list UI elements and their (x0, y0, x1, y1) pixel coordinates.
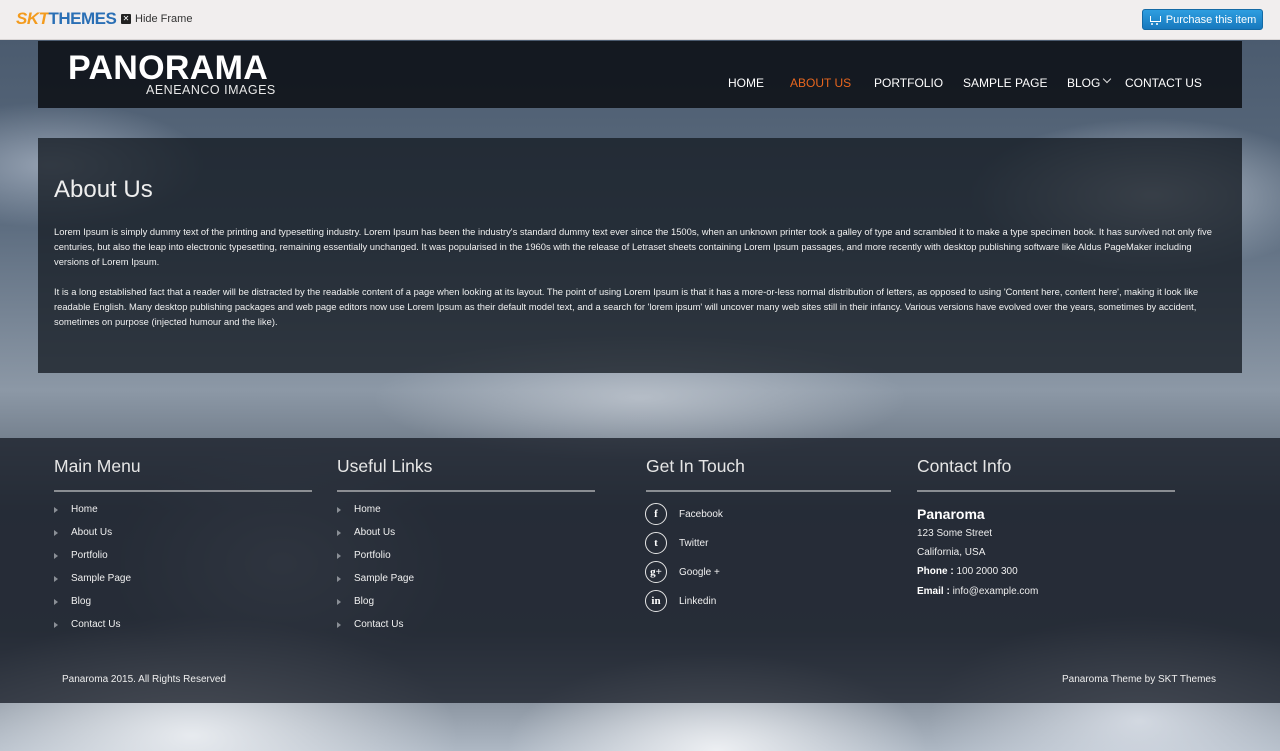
useful-link-sample-page[interactable]: Sample Page (337, 573, 414, 584)
useful-link-blog[interactable]: Blog (337, 596, 374, 607)
hide-frame-label: Hide Frame (135, 13, 193, 25)
bullet-triangle-icon (337, 529, 341, 536)
nav-home[interactable]: HOME (728, 76, 764, 90)
preview-frame-bar: SKTTHEMES ✕ Hide Frame Purchase this ite… (0, 0, 1280, 40)
bullet-triangle-icon (337, 598, 341, 605)
nav-about-us[interactable]: ABOUT US (790, 76, 851, 90)
main-menu-divider (54, 490, 312, 492)
close-icon: ✕ (121, 14, 131, 24)
social-link-twitter[interactable]: t Twitter (645, 532, 708, 554)
skt-themes-logo[interactable]: SKTTHEMES (16, 9, 117, 29)
get-in-touch-divider (646, 490, 891, 492)
contact-info-divider (917, 490, 1175, 492)
theme-credit-link[interactable]: Panaroma Theme by SKT Themes (1062, 674, 1216, 685)
bullet-triangle-icon (337, 506, 341, 513)
main-menu-item-portfolio[interactable]: Portfolio (54, 550, 108, 561)
bullet-triangle-icon (337, 552, 341, 559)
site-logo-subtitle: AENEANCO IMAGES (146, 83, 276, 97)
main-menu-item-home[interactable]: Home (54, 504, 98, 515)
social-link-facebook[interactable]: f Facebook (645, 503, 723, 525)
useful-link-portfolio[interactable]: Portfolio (337, 550, 391, 561)
bullet-triangle-icon (54, 506, 58, 513)
blog-dropdown-chevron-icon[interactable] (1102, 74, 1112, 84)
main-menu-item-about-us[interactable]: About Us (54, 527, 112, 538)
linkedin-icon: in (645, 590, 667, 612)
twitter-icon: t (645, 532, 667, 554)
hide-frame-button[interactable]: ✕ Hide Frame (121, 13, 192, 25)
purchase-label: Purchase this item (1165, 13, 1257, 26)
bullet-triangle-icon (54, 552, 58, 559)
nav-sample-page[interactable]: SAMPLE PAGE (963, 76, 1047, 90)
get-in-touch-title: Get In Touch (646, 456, 745, 476)
main-menu-item-sample-page[interactable]: Sample Page (54, 573, 131, 584)
content-paragraph: It is a long established fact that a rea… (54, 286, 1199, 327)
main-menu-item-blog[interactable]: Blog (54, 596, 91, 607)
social-link-google-plus[interactable]: g+ Google + (645, 561, 720, 583)
contact-info-title: Contact Info (917, 456, 1012, 476)
useful-links-divider (337, 490, 595, 492)
page-title: About Us (54, 176, 153, 203)
bullet-triangle-icon (54, 529, 58, 536)
nav-blog[interactable]: BLOG (1067, 76, 1100, 90)
main-menu-title: Main Menu (54, 456, 141, 476)
google-plus-icon: g+ (645, 561, 667, 583)
cart-icon (1149, 15, 1161, 25)
content-paragraph: Lorem Ipsum is simply dummy text of the … (54, 226, 1212, 267)
bullet-triangle-icon (337, 621, 341, 628)
facebook-icon: f (645, 503, 667, 525)
useful-link-contact-us[interactable]: Contact Us (337, 619, 403, 630)
bullet-triangle-icon (54, 621, 58, 628)
content-panel: About Us Lorem Ipsum is simply dummy tex… (38, 138, 1242, 373)
contact-phone: Phone : 100 2000 300 (917, 566, 1018, 577)
bullet-triangle-icon (54, 598, 58, 605)
nav-portfolio[interactable]: PORTFOLIO (874, 76, 943, 90)
social-link-linkedin[interactable]: in Linkedin (645, 590, 716, 612)
contact-email[interactable]: Email : info@example.com (917, 586, 1038, 597)
copyright-text: Panaroma 2015. All Rights Reserved (62, 674, 226, 685)
useful-links-title: Useful Links (337, 456, 433, 476)
useful-link-about-us[interactable]: About Us (337, 527, 395, 538)
bullet-triangle-icon (54, 575, 58, 582)
main-menu-item-contact-us[interactable]: Contact Us (54, 619, 120, 630)
site-header: PANORAMA AENEANCO IMAGES HOME ABOUT US P… (38, 41, 1242, 108)
contact-city: California, USA (917, 547, 986, 558)
contact-street: 123 Some Street (917, 528, 993, 539)
contact-name: Panaroma (917, 506, 985, 522)
purchase-button[interactable]: Purchase this item (1142, 9, 1263, 30)
nav-contact-us[interactable]: CONTACT US (1125, 76, 1202, 90)
site-footer: Main Menu Home About Us Portfolio Sample… (0, 438, 1280, 703)
useful-link-home[interactable]: Home (337, 504, 381, 515)
bullet-triangle-icon (337, 575, 341, 582)
